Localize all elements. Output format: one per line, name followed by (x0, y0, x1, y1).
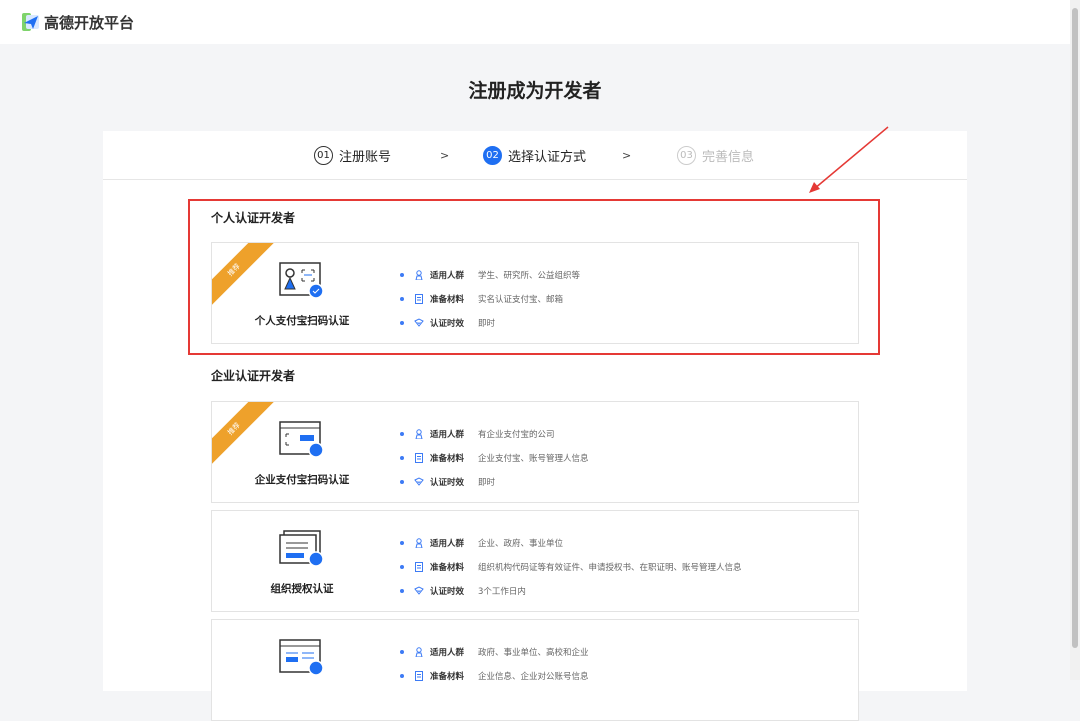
step-separator: > (622, 149, 632, 162)
bullet-dot (400, 674, 404, 678)
detail-row-required-materials: 准备材料 组织机构代码证等有效证件、申请授权书、在职证明、账号管理人信息 (400, 555, 742, 579)
bullet-dot (400, 565, 404, 569)
detail-label: 认证时效 (430, 478, 465, 488)
verification-card[interactable]: 组织授权认证 适用人群 企业、政府、事业单位准备材料 组织机构代码证等有效证件、申请授… (211, 510, 859, 612)
detail-row-verification-time: 认证时效 3个工作日内 (400, 579, 742, 603)
person-icon (414, 647, 424, 657)
scrollbar[interactable] (1070, 0, 1080, 680)
detail-label: 适用人群 (430, 648, 465, 658)
highlight-box (188, 199, 880, 355)
detail-value: 企业信息、企业对公账号信息 (478, 672, 589, 682)
organization-auth-icon (278, 529, 324, 567)
brand-name[interactable]: 高德开放平台 (44, 12, 134, 33)
detail-label: 适用人群 (430, 430, 465, 440)
detail-row-verification-time: 认证时效 即时 (400, 470, 589, 494)
card-details: 适用人群 企业、政府、事业单位准备材料 组织机构代码证等有效证件、申请授权书、在职证… (400, 531, 742, 603)
card-details: 适用人群 政府、事业单位、高校和企业准备材料 企业信息、企业对公账号信息 (400, 640, 589, 688)
document-icon (414, 453, 424, 463)
detail-row-required-materials: 准备材料 企业信息、企业对公账号信息 (400, 664, 589, 688)
step-label: 完善信息 (702, 150, 755, 165)
step-separator: > (440, 149, 450, 162)
section-title-enterprise: 企业认证开发者 (211, 369, 296, 383)
step-complete-info: 03 完善信息 (677, 146, 754, 165)
detail-label: 适用人群 (430, 539, 465, 549)
detail-row-applicable-users: 适用人群 有企业支付宝的公司 (400, 422, 589, 446)
detail-value: 3个工作日内 (478, 587, 526, 597)
detail-label: 认证时效 (430, 587, 465, 597)
step-number: 01 (314, 146, 333, 165)
enterprise-account-icon (278, 638, 324, 676)
detail-value: 企业支付宝、账号管理人信息 (478, 454, 589, 464)
detail-value: 企业、政府、事业单位 (478, 539, 564, 549)
person-icon (414, 538, 424, 548)
detail-value: 政府、事业单位、高校和企业 (478, 648, 589, 658)
detail-label: 准备材料 (430, 672, 465, 682)
bullet-dot (400, 589, 404, 593)
bullet-dot (400, 456, 404, 460)
page-title: 注册成为开发者 (468, 80, 602, 102)
detail-value: 即时 (478, 478, 496, 488)
bullet-dot (400, 480, 404, 484)
clock-heart-icon (414, 586, 424, 596)
bullet-dot (400, 541, 404, 545)
step-label: 注册账号 (339, 150, 392, 165)
detail-label: 准备材料 (430, 454, 465, 464)
step-label: 选择认证方式 (508, 150, 587, 165)
clock-heart-icon (414, 477, 424, 487)
detail-row-applicable-users: 适用人群 企业、政府、事业单位 (400, 531, 742, 555)
recommended-badge: 推荐 (212, 402, 276, 471)
step-number: 03 (677, 146, 696, 165)
step-number: 02 (483, 146, 502, 165)
detail-row-required-materials: 准备材料 企业支付宝、账号管理人信息 (400, 446, 589, 470)
card-title: 企业支付宝扫码认证 (254, 474, 350, 486)
top-header: 高德开放平台 (0, 0, 1070, 44)
amap-logo-icon[interactable] (22, 13, 40, 31)
enterprise-scan-icon (278, 420, 324, 458)
card-details: 适用人群 有企业支付宝的公司准备材料 企业支付宝、账号管理人信息认证时效 即时 (400, 422, 589, 494)
card-title: 组织授权认证 (270, 583, 334, 595)
step-register-account: 01 注册账号 (314, 146, 391, 165)
detail-value: 组织机构代码证等有效证件、申请授权书、在职证明、账号管理人信息 (478, 563, 742, 573)
verification-card[interactable]: 推荐企业支付宝扫码认证 适用人群 有企业支付宝的公司准备材料 企业支付宝、账号管理人信… (211, 401, 859, 503)
step-choose-verification: 02 选择认证方式 (483, 146, 586, 165)
annotation-arrow-icon (809, 126, 889, 193)
scrollbar-thumb[interactable] (1072, 8, 1078, 648)
document-icon (414, 562, 424, 572)
detail-value: 有企业支付宝的公司 (478, 430, 555, 440)
detail-label: 准备材料 (430, 563, 465, 573)
verification-card[interactable]: 适用人群 政府、事业单位、高校和企业准备材料 企业信息、企业对公账号信息 (211, 619, 859, 721)
bullet-dot (400, 650, 404, 654)
detail-row-applicable-users: 适用人群 政府、事业单位、高校和企业 (400, 640, 589, 664)
bullet-dot (400, 432, 404, 436)
person-icon (414, 429, 424, 439)
